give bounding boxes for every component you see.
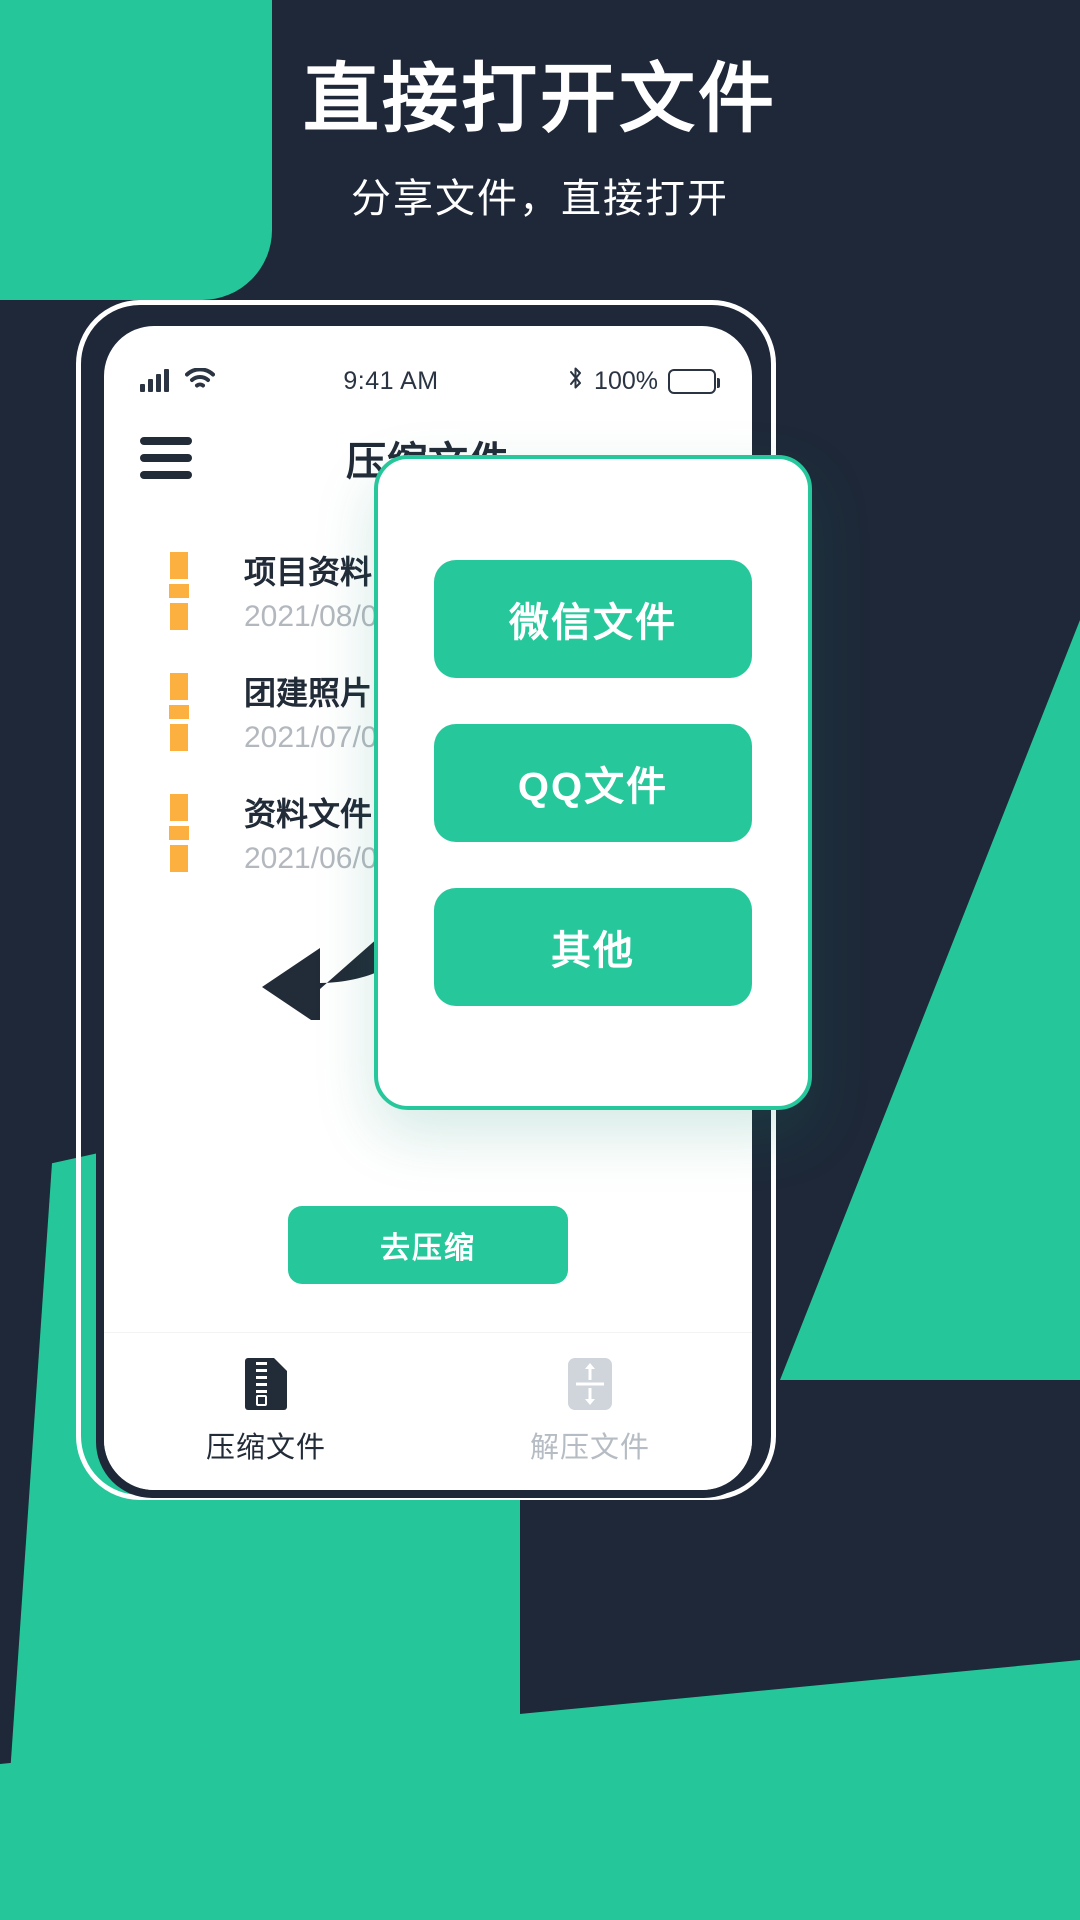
battery-percent-label: 100% [594,366,658,395]
qq-files-button[interactable]: QQ文件 [434,723,752,842]
status-bar-time: 9:41 AM [343,366,439,395]
zip-file-icon [245,1357,287,1410]
zip-archive-icon [140,793,218,872]
zip-archive-icon [140,551,218,630]
signal-bars-icon [140,369,169,392]
status-bar: 9:41 AM 100% [104,326,752,410]
status-bar-left [140,366,215,395]
compress-button[interactable]: 去压缩 [288,1206,568,1284]
wechat-files-button[interactable]: 微信文件 [434,559,752,678]
extract-arrows-icon [568,1357,612,1410]
promo-headline-block: 直接打开文件 分享文件，直接打开 [0,58,1080,224]
primary-action-area: 去压缩 [104,1206,752,1332]
hamburger-menu-icon[interactable] [140,437,192,479]
zip-archive-icon [140,672,218,751]
tab-compress-files[interactable]: 压缩文件 [104,1333,428,1490]
battery-full-icon [668,368,720,394]
status-bar-right: 100% [567,365,720,398]
tab-label: 解压文件 [529,1431,650,1464]
promo-subtitle: 分享文件，直接打开 [351,176,729,221]
wifi-icon [185,366,215,395]
bluetooth-icon [567,365,584,398]
tab-label: 压缩文件 [205,1431,326,1464]
bottom-tab-bar: 压缩文件 解压文件 [104,1332,752,1490]
tab-extract-files[interactable]: 解压文件 [428,1333,752,1490]
share-target-modal: 微信文件 QQ文件 其他 [374,455,812,1110]
promo-title: 直接打开文件 [303,57,777,142]
other-button[interactable]: 其他 [434,887,752,1006]
